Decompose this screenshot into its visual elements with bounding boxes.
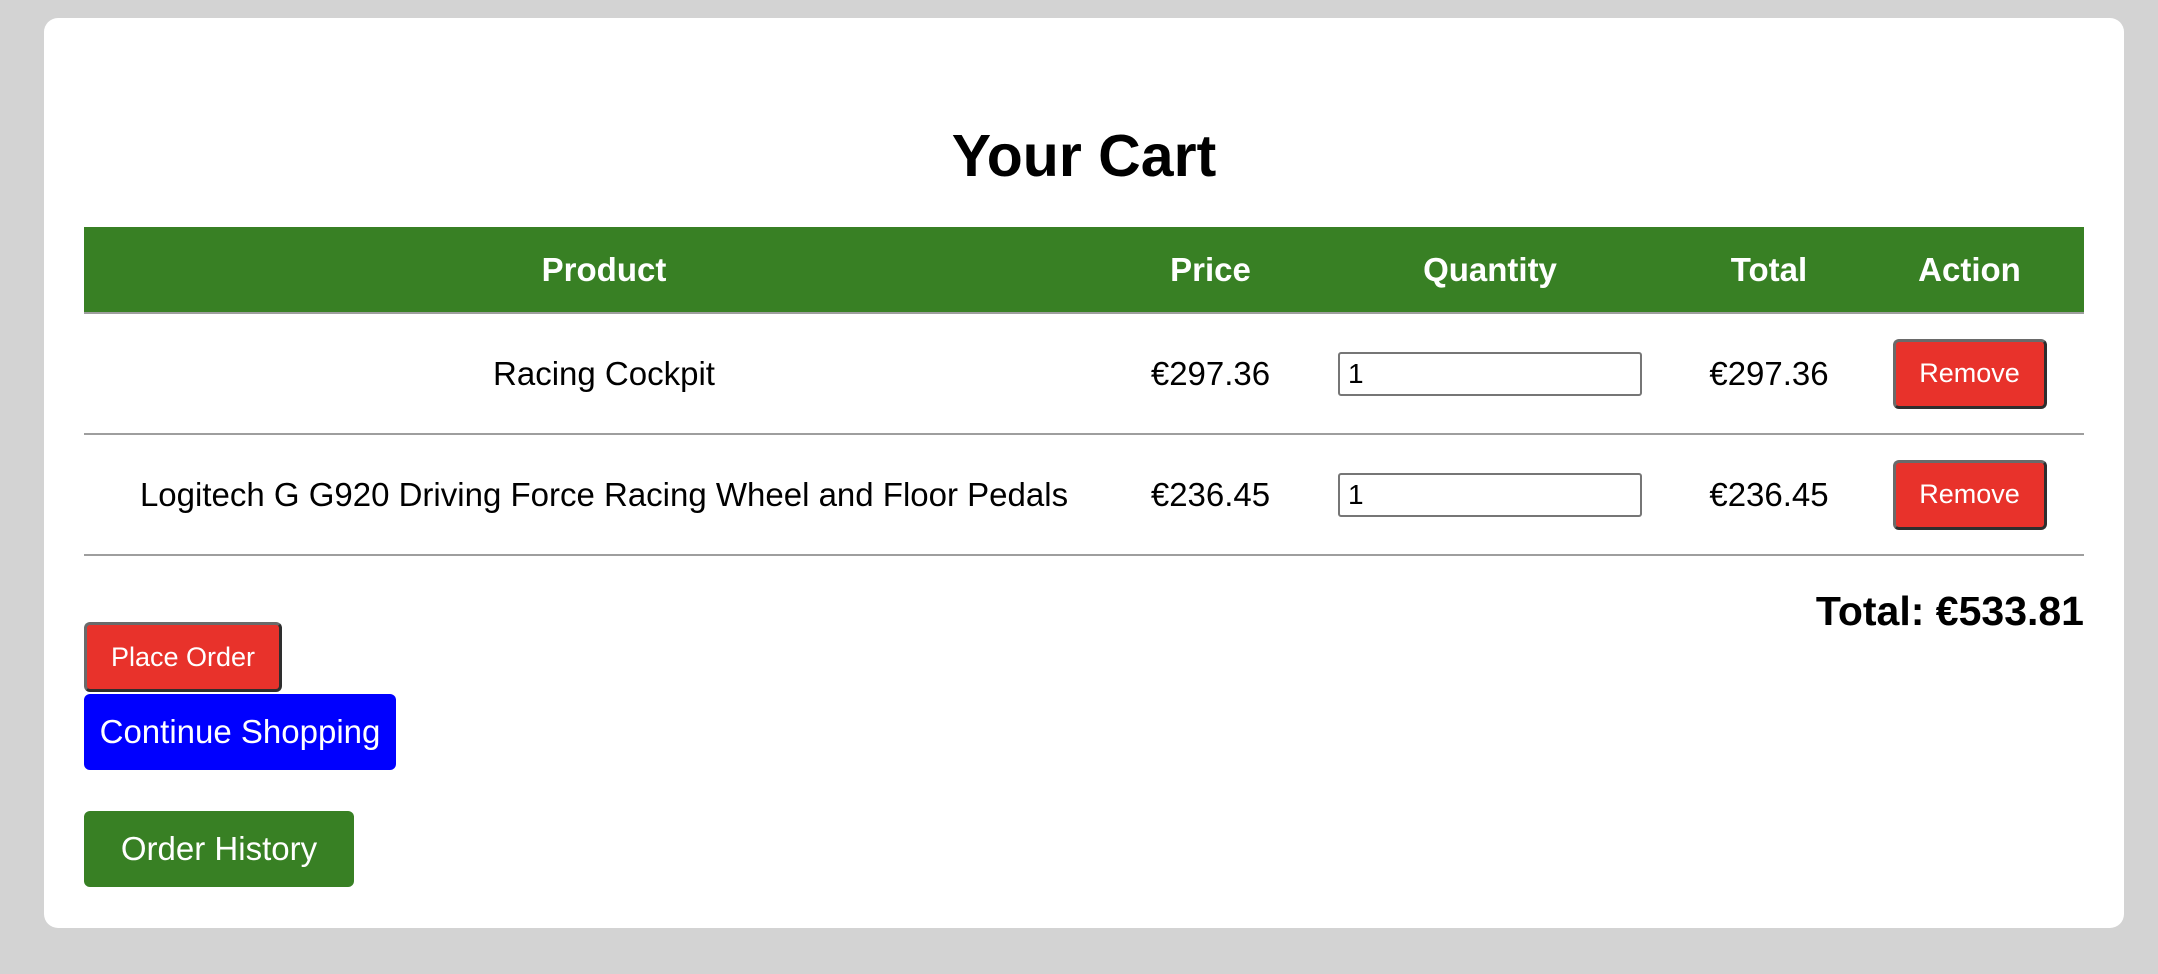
quantity-input[interactable]	[1338, 472, 1642, 517]
column-header-price: Price	[1124, 227, 1297, 314]
quantity-cell	[1297, 434, 1683, 556]
product-price: €297.36	[1124, 313, 1297, 435]
cart-total: Total: €533.81	[1815, 588, 2084, 634]
column-header-action: Action	[1855, 227, 2084, 314]
product-name: Logitech G G920 Driving Force Racing Whe…	[84, 434, 1124, 556]
quantity-input[interactable]	[1338, 351, 1642, 396]
quantity-cell	[1297, 313, 1683, 435]
order-history-button[interactable]: Order History	[84, 811, 354, 887]
action-cell: Remove	[1855, 434, 2084, 556]
remove-button[interactable]: Remove	[1892, 459, 2047, 530]
line-total: €297.36	[1683, 313, 1855, 435]
column-header-product: Product	[84, 227, 1124, 314]
line-total: €236.45	[1683, 434, 1855, 556]
product-name: Racing Cockpit	[84, 313, 1124, 435]
product-price: €236.45	[1124, 434, 1297, 556]
table-row: Racing Cockpit €297.36 €297.36 Remove	[84, 313, 2084, 435]
remove-button[interactable]: Remove	[1892, 338, 2047, 409]
cart-card: Your Cart Product Price Quantity Total A…	[44, 18, 2124, 928]
continue-shopping-button[interactable]: Continue Shopping	[84, 694, 396, 770]
page-title: Your Cart	[951, 123, 1217, 189]
table-header-row: Product Price Quantity Total Action	[84, 227, 2084, 314]
table-row: Logitech G G920 Driving Force Racing Whe…	[84, 434, 2084, 556]
action-cell: Remove	[1855, 313, 2084, 435]
cart-table: Product Price Quantity Total Action Raci…	[84, 227, 2084, 556]
column-header-quantity: Quantity	[1297, 227, 1683, 314]
place-order-button[interactable]: Place Order	[84, 622, 282, 692]
column-header-total: Total	[1683, 227, 1855, 314]
